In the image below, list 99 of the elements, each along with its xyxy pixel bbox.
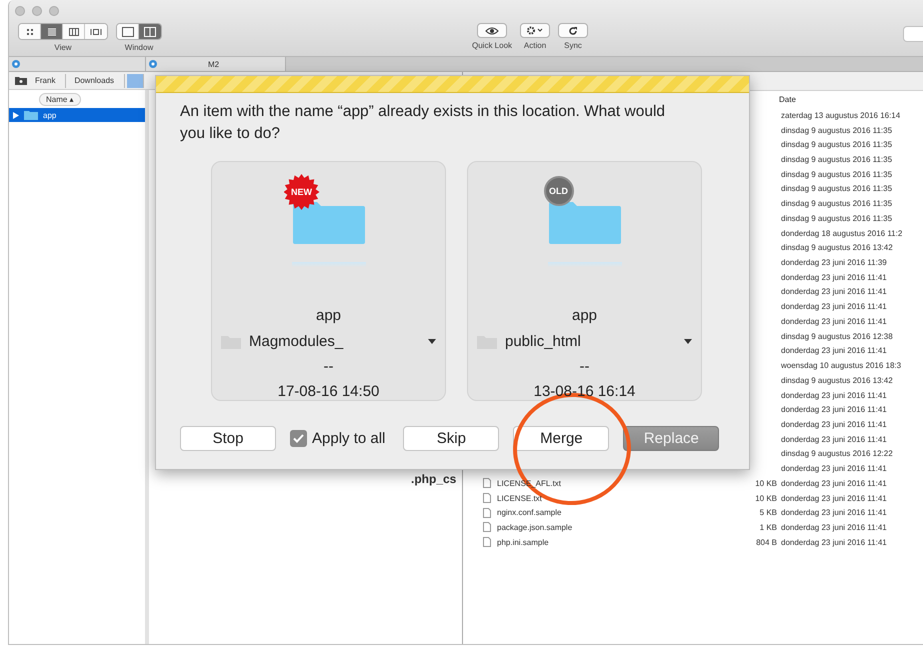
sync-icon: [568, 26, 578, 36]
window-mode-control[interactable]: [116, 23, 162, 40]
file-date: donderdag 23 juni 2016 11:41: [780, 434, 888, 444]
file-date: dinsdag 9 augustus 2016 11:35: [780, 214, 894, 223]
window-label: Window: [124, 43, 154, 52]
checkbox-label: Apply to all: [312, 430, 386, 447]
checkmark-icon: [293, 434, 304, 443]
item-size: --: [324, 358, 334, 375]
file-date: dinsdag 9 augustus 2016 13:42: [780, 243, 894, 252]
name-column-header[interactable]: Name ▴: [39, 92, 81, 106]
toolbar-label: Quick Look: [472, 41, 512, 50]
dialog-message: An item with the name “app” already exists in this location. What would you like to do?: [180, 102, 666, 144]
file-date: donderdag 23 juni 2016 11:41: [780, 316, 888, 326]
file-date: donderdag 23 juni 2016 11:41: [780, 405, 888, 414]
file-size: 5 KB: [758, 508, 777, 518]
file-date: dinsdag 9 augustus 2016 13:42: [780, 376, 894, 385]
document-icon: [483, 478, 491, 488]
eye-icon: [485, 26, 500, 34]
file-date: dinsdag 9 augustus 2016 11:35: [780, 170, 894, 179]
disclosure-icon: [13, 112, 19, 118]
file-size: 10 KB: [754, 494, 777, 503]
file-name: app: [43, 110, 56, 120]
dialog-button[interactable]: Skip: [403, 426, 500, 451]
file-date: donderdag 23 juni 2016 11:41: [780, 287, 888, 296]
file-date: dinsdag 9 augustus 2016 11:35: [780, 184, 894, 194]
dialog-button[interactable]: Merge: [513, 426, 610, 451]
document-icon: [483, 537, 491, 548]
folder-icon: [24, 110, 38, 120]
document-icon: [483, 493, 491, 504]
file-date: dinsdag 9 augustus 2016 12:38: [780, 332, 894, 341]
single-pane-icon: [122, 26, 134, 36]
window-mode-button[interactable]: [139, 24, 161, 39]
file-name: package.json.sample: [497, 522, 572, 532]
search-field[interactable]: [903, 26, 923, 42]
path-segment[interactable]: Downloads: [68, 74, 126, 88]
file-date: dinsdag 9 augustus 2016 12:22: [780, 449, 894, 458]
file-date: woensdag 10 augustus 2016 18:3: [780, 361, 902, 370]
view-label: View: [54, 43, 72, 52]
finder-tab-icon: [148, 59, 158, 69]
file-date: zaterdag 13 augustus 2016 16:14: [780, 110, 902, 120]
item-name: app: [572, 307, 598, 324]
file-date: donderdag 23 juni 2016 11:39: [780, 258, 888, 268]
item-location: Magmodules_: [249, 333, 344, 350]
window-mode-button[interactable]: [117, 24, 139, 39]
file-date: dinsdag 9 augustus 2016 11:35: [780, 126, 894, 135]
stop-button[interactable]: Stop: [180, 426, 276, 451]
path-segment[interactable]: Frank: [29, 74, 66, 88]
date-column-header[interactable]: Date: [779, 95, 796, 104]
file-date: donderdag 23 juni 2016 11:41: [780, 538, 888, 547]
apply-to-all-checkbox[interactable]: [290, 430, 307, 447]
item-name: app: [316, 307, 342, 324]
file-size: 10 KB: [754, 478, 777, 488]
file-date: dinsdag 9 augustus 2016 11:35: [780, 155, 894, 164]
file-name: php.ini.sample: [497, 538, 549, 547]
file-date: donderdag 23 juni 2016 11:41: [780, 508, 888, 518]
file-date: donderdag 23 juni 2016 11:41: [780, 464, 888, 474]
columns-view-icon: [68, 26, 80, 38]
document-icon: [483, 508, 491, 518]
file-size: 1 KB: [758, 522, 777, 532]
folder-icon: [546, 200, 622, 246]
file-name: .php_cs: [411, 472, 456, 486]
view-mode-button[interactable]: [41, 24, 63, 39]
new-badge: NEW: [284, 174, 320, 210]
toolbar-label: Action: [524, 41, 546, 50]
file-name: nginx.conf.sample: [497, 508, 562, 518]
finder-tab-icon: [11, 59, 21, 69]
file-date: dinsdag 9 augustus 2016 11:35: [780, 140, 894, 150]
view-mode-control[interactable]: [18, 23, 108, 40]
toolbar-label: Sync: [564, 41, 582, 50]
file-size: 804 B: [755, 538, 777, 547]
item-date: 17-08-16 14:50: [278, 383, 380, 400]
gear-icon: [526, 26, 544, 35]
file-date: donderdag 23 juni 2016 11:41: [780, 346, 888, 356]
folder-row[interactable]: app: [9, 108, 145, 122]
file-date: donderdag 23 juni 2016 11:41: [780, 522, 888, 532]
quick-look-button[interactable]: [477, 23, 508, 38]
old-badge: OLD: [544, 176, 574, 206]
file-date: donderdag 23 juni 2016 11:41: [780, 390, 888, 400]
list-view-icon: [46, 26, 58, 38]
action-button[interactable]: [520, 23, 550, 38]
folder-icon: [15, 76, 27, 85]
item-size: --: [580, 358, 590, 375]
file-date: donderdag 23 juni 2016 11:41: [780, 302, 888, 312]
view-mode-button[interactable]: [19, 24, 41, 39]
file-date: donderdag 23 juni 2016 11:41: [780, 494, 888, 503]
tab[interactable]: M2: [146, 57, 286, 71]
document-icon: [483, 522, 491, 532]
file-date: donderdag 23 juni 2016 11:41: [780, 272, 888, 282]
item-location: public_html: [505, 333, 582, 350]
file-date: dinsdag 9 augustus 2016 11:35: [780, 199, 894, 208]
file-name: LICENSE.txt: [497, 494, 542, 503]
caret-icon[interactable]: [684, 339, 692, 344]
file-date: donderdag 23 juni 2016 11:41: [780, 420, 888, 429]
file-date: donderdag 23 juni 2016 11:41: [780, 478, 888, 488]
file-date: donderdag 18 augustus 2016 11:2: [780, 228, 904, 238]
folder-icon: [290, 200, 366, 246]
sync-button[interactable]: [558, 23, 588, 38]
dual-pane-icon: [144, 26, 156, 36]
caret-icon[interactable]: [428, 339, 436, 344]
